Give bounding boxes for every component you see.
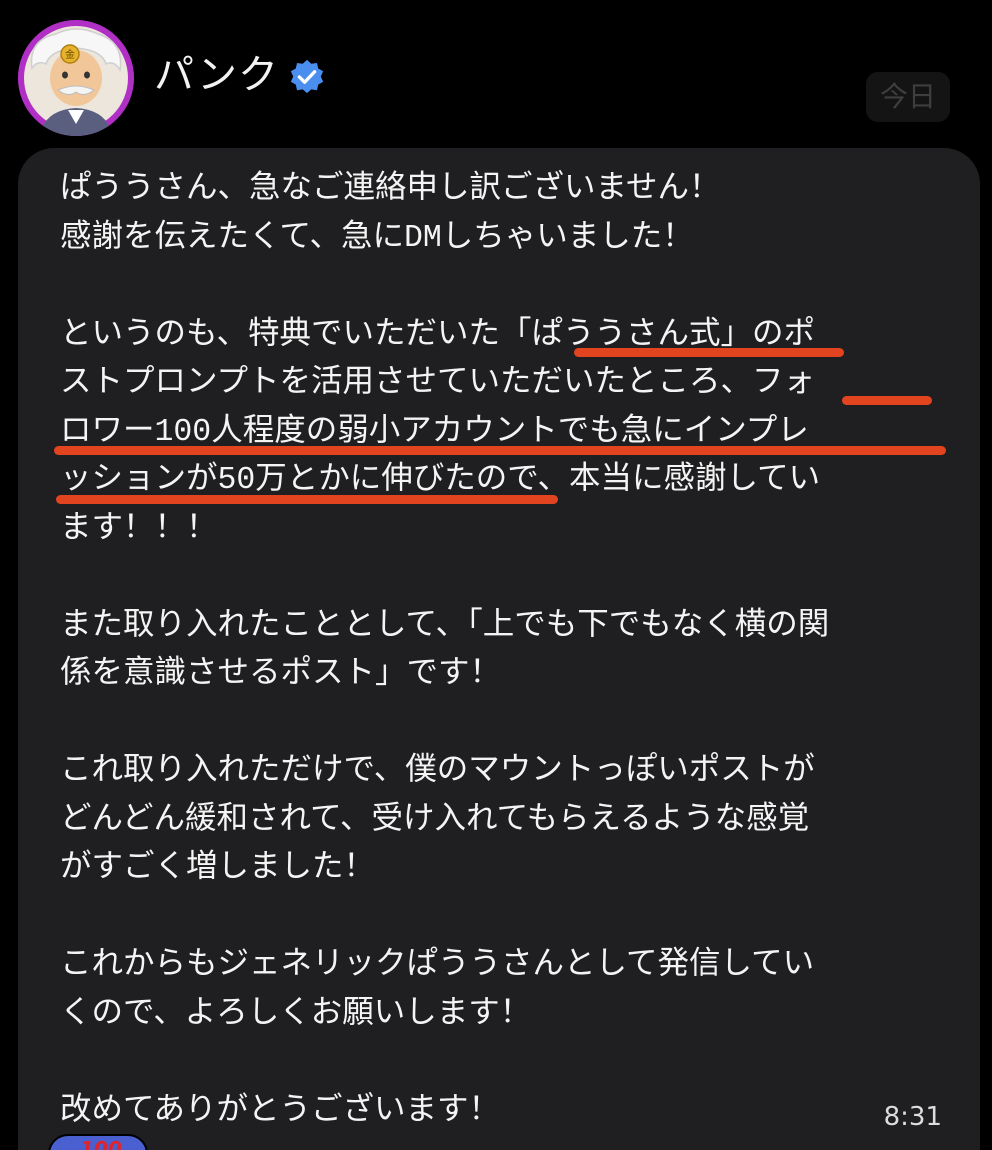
message-timestamp: 8:31 — [883, 1102, 942, 1132]
message-line: ます！！！ — [60, 511, 218, 547]
dm-conversation-screen: 金 パンク 今日 ぱううさん、急なご連絡申し訳ございません！ 感謝を伝えたくて、… — [0, 0, 992, 1150]
message-line: ロワー100人程度の弱小アカウントでも急にインプレ — [60, 414, 809, 450]
reaction-pill[interactable]: 100 — [48, 1134, 148, 1150]
message-line: また取り入れたこととして、「上でも下でもなく横の関 — [60, 608, 830, 644]
sender-avatar[interactable]: 金 — [18, 20, 134, 136]
message-line: ぱううさん、急なご連絡申し訳ございません！ — [60, 172, 721, 207]
message-line: がすごく増しました！ — [60, 851, 376, 886]
message-line: 感謝を伝えたくて、急にDMしちゃいました！ — [60, 220, 694, 256]
message-line: くので、よろしくお願いします！ — [60, 996, 532, 1032]
message-line: ッションが50万とかに伸びたので、本当に感謝してい — [60, 463, 821, 498]
message-line: どんどん緩和されて、受け入れてもらえるような感覚 — [60, 802, 810, 838]
message-line: ストプロンプトを活用させていただいたところ、フォ — [60, 366, 816, 401]
highlight-underline — [56, 495, 558, 504]
highlight-underline — [54, 446, 946, 455]
message-text: ぱううさん、急なご連絡申し訳ございません！ 感謝を伝えたくて、急にDMしちゃいま… — [60, 166, 965, 1136]
highlight-underline — [574, 348, 844, 357]
message-line: これ取り入れただけで、僕のマウントっぽいポストが — [60, 754, 815, 789]
highlight-underline — [842, 396, 932, 405]
date-separator: 今日 — [865, 72, 950, 122]
svg-text:金: 金 — [65, 48, 75, 61]
hundred-points-icon: 100 — [80, 1137, 122, 1150]
message-line: これからもジェネリックぱううさんとして発信してい — [60, 948, 815, 983]
verified-badge-icon — [290, 59, 324, 94]
message-line: 改めてありがとうございます！ — [60, 1093, 501, 1129]
message-line: 係を意識させるポスト」です！ — [60, 657, 502, 692]
einstein-caricature-icon: 金 — [18, 20, 134, 136]
sender-name[interactable]: パンク — [154, 50, 279, 100]
